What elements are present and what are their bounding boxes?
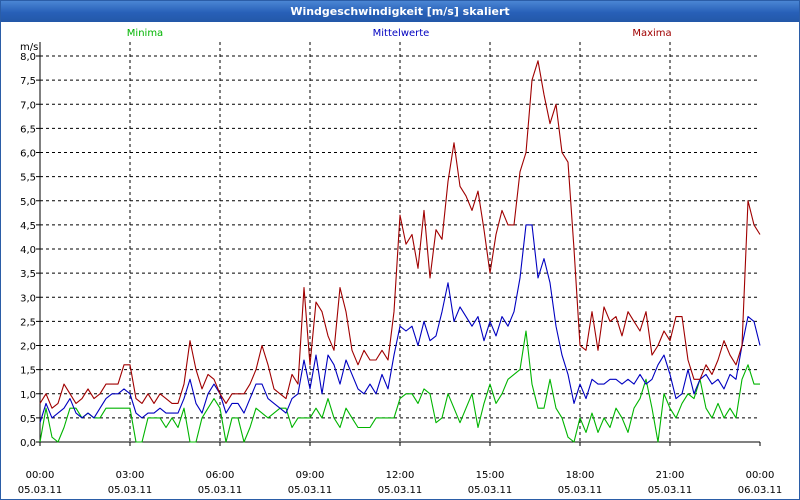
- x-tick-date: 05.03.11: [18, 485, 63, 496]
- x-tick-time: 21:00: [656, 470, 685, 481]
- x-tick-time: 15:00: [476, 470, 505, 481]
- x-tick-labels: 00:00 05.03.11 03:00 05.03.11 06:00 05.03.11 0…: [18, 470, 783, 496]
- y-tick-label: 5,0: [20, 197, 36, 208]
- x-tick-date: 05.03.11: [288, 485, 333, 496]
- y-tick-label: 3,5: [20, 269, 36, 280]
- x-tick-time: 12:00: [386, 470, 415, 481]
- x-tick-date: 05.03.11: [468, 485, 513, 496]
- legend-minima: Minima: [127, 28, 163, 39]
- grid-lines: [40, 42, 760, 442]
- y-tick-label: 8,0: [20, 52, 36, 63]
- x-tick-time: 03:00: [116, 470, 145, 481]
- x-tick-time: 09:00: [296, 470, 325, 481]
- y-tick-label: 0,5: [20, 414, 36, 425]
- x-tick-date: 05.03.11: [108, 485, 153, 496]
- y-tick-label: 4,0: [20, 245, 36, 256]
- y-tick-label: 6,5: [20, 124, 36, 135]
- x-tick-time: 00:00: [26, 470, 55, 481]
- x-tick-time: 18:00: [566, 470, 595, 481]
- y-tick-label: 1,5: [20, 366, 36, 377]
- y-tick-label: 2,0: [20, 342, 36, 353]
- legend-mittelwerte: Mittelwerte: [373, 28, 430, 39]
- y-tick-label: 7,5: [20, 76, 36, 87]
- y-tick-labels: 0,0 0,5 1,0 1,5 2,0 2,5 3,0 3,5 4,0 4,5 5,0 5,5 6,0 6…: [20, 52, 36, 449]
- y-axis-unit: m/s: [20, 42, 38, 53]
- y-tick-label: 3,0: [20, 293, 36, 304]
- y-tick-label: 6,0: [20, 149, 36, 160]
- x-tick-date: 05.03.11: [378, 485, 423, 496]
- y-tick-label: 4,5: [20, 221, 36, 232]
- legend-maxima: Maxima: [632, 28, 671, 39]
- x-tick-time: 00:00: [746, 470, 775, 481]
- x-tick-date: 05.03.11: [198, 485, 243, 496]
- y-tick-label: 7,0: [20, 100, 36, 111]
- y-tick-label: 1,0: [20, 390, 36, 401]
- x-tick-date: 05.03.11: [558, 485, 603, 496]
- y-tick-label: 5,5: [20, 173, 36, 184]
- x-tick-date: 06.03.11: [738, 485, 783, 496]
- x-tick-date: 05.03.11: [648, 485, 693, 496]
- x-tick-time: 06:00: [206, 470, 235, 481]
- y-tick-label: 0,0: [20, 438, 36, 449]
- chart-svg: 0,0 0,5 1,0 1,5 2,0 2,5 3,0 3,5 4,0 4,5 5,0 5,5 6,0 6…: [18, 28, 783, 496]
- y-tick-label: 2,5: [20, 317, 36, 328]
